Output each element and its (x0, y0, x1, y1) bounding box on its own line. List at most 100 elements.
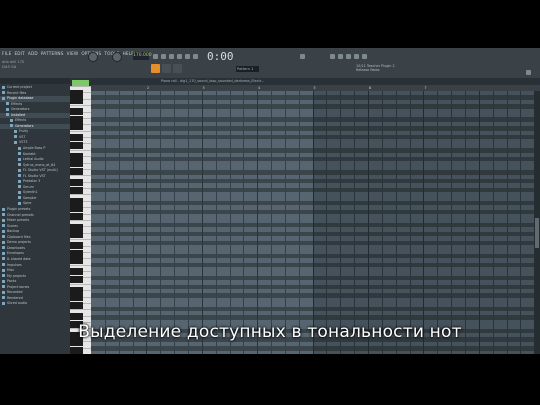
folder-icon (2, 274, 5, 278)
folder-icon (18, 157, 21, 161)
browser-item-label: Clipboard files (7, 234, 31, 239)
white-key-divider (70, 149, 91, 151)
browser-item-label: Sylenth1 (23, 190, 38, 195)
piano-roll-icon[interactable] (338, 54, 343, 59)
countdown-icon[interactable] (177, 54, 182, 59)
record-button[interactable] (173, 64, 182, 73)
black-key[interactable] (70, 287, 83, 294)
folder-icon (2, 240, 5, 244)
snap-icon[interactable] (153, 54, 158, 59)
black-key[interactable] (70, 108, 83, 116)
tempo-display[interactable]: 170.000 (133, 52, 152, 60)
menu-item[interactable]: EDIT (14, 51, 24, 56)
black-key[interactable] (70, 134, 83, 142)
black-key[interactable] (70, 212, 83, 220)
black-key[interactable] (70, 123, 83, 131)
browser-item-label: Fruity (19, 129, 29, 134)
folder-icon (10, 124, 13, 128)
cpu-meter-icon (300, 54, 305, 59)
menu-item[interactable]: PATTERNS (41, 51, 64, 56)
black-key[interactable] (70, 242, 83, 250)
black-key[interactable] (70, 97, 83, 105)
folder-icon (18, 168, 21, 172)
browser-item-label: Plugin presets (7, 207, 31, 212)
black-key[interactable] (70, 89, 83, 97)
browser-item-label: My projects (7, 273, 27, 278)
piano-keyboard[interactable] (70, 86, 91, 354)
metronome-icon[interactable] (161, 54, 166, 59)
black-key[interactable] (70, 275, 83, 283)
playlist-icon[interactable] (330, 54, 335, 59)
browser-item-label: Recent files (7, 90, 27, 95)
folder-icon (2, 290, 5, 294)
folder-icon (2, 218, 5, 222)
browser-item-label: Scores (7, 223, 18, 228)
browser-icon[interactable] (362, 54, 367, 59)
browser-item-label: VST (19, 134, 26, 139)
folder-icon (2, 301, 5, 305)
white-key-divider (70, 130, 91, 132)
channel-rack-icon[interactable] (346, 54, 351, 59)
browser-item-label: Misc (7, 268, 15, 273)
black-key[interactable] (70, 346, 83, 354)
black-key[interactable] (70, 294, 83, 302)
black-key[interactable] (70, 257, 83, 265)
black-key[interactable] (70, 205, 83, 213)
folder-icon (2, 213, 5, 217)
menu-item[interactable]: VIEW (67, 51, 79, 56)
black-key[interactable] (70, 301, 83, 309)
black-key[interactable] (70, 249, 83, 257)
black-key[interactable] (70, 160, 83, 168)
browser-item-label: Current project (7, 85, 32, 89)
browser-item-label: Recorded (7, 290, 23, 295)
browser-item-label: Mixer presets (7, 218, 30, 223)
toolbar: FILEEDITADDPATTERNSVIEWOPTIONSTOOLSHELP … (0, 48, 540, 78)
folder-icon (14, 129, 17, 133)
folder-icon (18, 152, 21, 156)
browser-item-label: Downloads (7, 245, 26, 250)
grid-line (284, 91, 286, 354)
wait-icon[interactable] (169, 54, 174, 59)
black-key[interactable] (70, 313, 83, 321)
close-icon[interactable] (526, 70, 531, 75)
master-volume-knob[interactable] (88, 52, 98, 62)
black-key[interactable] (70, 197, 83, 205)
browser-item-label: Plugin database (7, 96, 34, 101)
browser-item[interactable]: Sliced audio (0, 301, 70, 307)
grid-line (187, 91, 189, 354)
menu-item[interactable]: ADD (28, 51, 38, 56)
folder-icon (2, 224, 5, 228)
browser-item-label: Sliced audio (7, 301, 28, 306)
piano-roll-grid[interactable] (91, 91, 534, 354)
folder-icon (2, 207, 5, 211)
browser-item-label: IL shared data (7, 256, 31, 261)
black-key[interactable] (70, 153, 83, 160)
folder-icon (18, 201, 21, 205)
black-key[interactable] (70, 167, 83, 175)
browser-item-label: Generators (11, 107, 30, 112)
mixer-icon[interactable] (354, 54, 359, 59)
folder-icon (6, 102, 9, 106)
stop-button[interactable] (162, 64, 171, 73)
play-button[interactable] (151, 64, 160, 73)
blend-icon[interactable] (193, 54, 198, 59)
pattern-selector[interactable]: Pattern 1 (236, 66, 259, 72)
black-key[interactable] (70, 141, 83, 149)
black-key[interactable] (70, 115, 83, 123)
master-pitch-knob[interactable] (112, 52, 122, 62)
loop-record-icon[interactable] (185, 54, 190, 59)
subtitle-caption: Выделение доступных в тональности нот (78, 322, 462, 342)
folder-icon (18, 146, 21, 150)
black-key[interactable] (70, 179, 83, 187)
black-key[interactable] (70, 223, 83, 231)
black-key[interactable] (70, 186, 83, 194)
news-panel[interactable]: 10/11 Teacher Plugin 2 Release News (356, 64, 395, 72)
black-key[interactable] (70, 268, 83, 276)
folder-icon (14, 135, 17, 139)
browser-item-label: Generators (15, 123, 34, 128)
browser-item-label: Effects (15, 118, 27, 123)
folder-icon (2, 96, 5, 100)
black-key[interactable] (70, 231, 83, 239)
menu-item[interactable]: FILE (2, 51, 11, 56)
scrollbar-thumb[interactable] (535, 218, 539, 248)
